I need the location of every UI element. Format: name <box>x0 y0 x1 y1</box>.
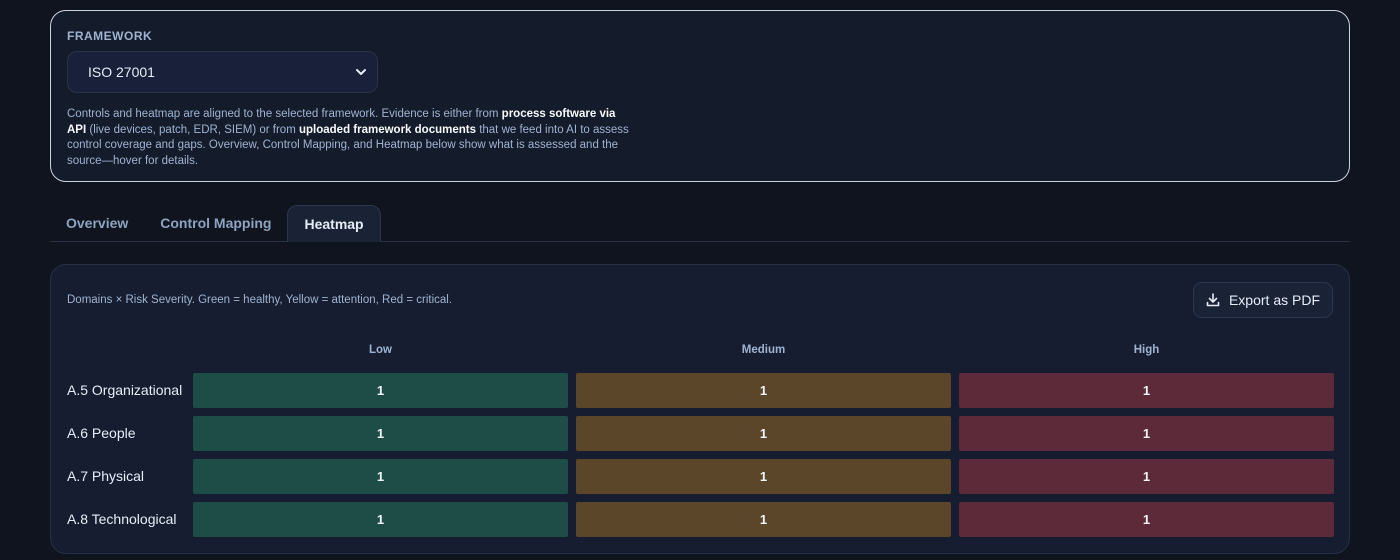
tab-control-mapping[interactable]: Control Mapping <box>144 205 287 241</box>
heatmap-cell[interactable]: 1 <box>959 373 1334 408</box>
chevron-down-icon <box>356 69 366 75</box>
framework-select[interactable]: ISO 27001 <box>67 51 378 93</box>
heatmap-cell[interactable]: 1 <box>959 416 1334 451</box>
export-pdf-button[interactable]: Export as PDF <box>1192 282 1333 318</box>
heatmap-cell[interactable]: 1 <box>576 502 951 537</box>
heatmap-cell[interactable]: 1 <box>959 502 1334 537</box>
heatmap-row-label: A.5 Organizational <box>67 382 183 398</box>
heatmap-cell[interactable]: 1 <box>576 373 951 408</box>
heatmap-cell[interactable]: 1 <box>576 416 951 451</box>
heatmap-row-label: A.7 Physical <box>67 468 145 484</box>
description-text: Controls and heatmap are aligned to the … <box>67 108 502 120</box>
description-emphasis: uploaded framework documents <box>298 123 476 136</box>
heatmap-column-medium: Medium <box>741 344 786 356</box>
export-pdf-label: Export as PDF <box>1228 292 1320 308</box>
description-text: (live devices, patch, EDR, SIEM) or from <box>86 123 299 136</box>
heatmap-column-high: High <box>1133 344 1160 356</box>
framework-card: FRAMEWORK ISO 27001 Controls and heatmap… <box>50 10 1350 182</box>
heatmap-row-label: A.8 Technological <box>67 511 177 527</box>
framework-label: FRAMEWORK <box>67 29 153 43</box>
framework-description: Controls and heatmap are aligned to the … <box>67 107 637 169</box>
heatmap-cell[interactable]: 1 <box>193 459 568 494</box>
heatmap-caption: Domains × Risk Severity. Green = healthy… <box>67 294 453 306</box>
heatmap-row-label: A.6 People <box>67 425 136 441</box>
heatmap-card: Domains × Risk Severity. Green = healthy… <box>50 264 1350 554</box>
framework-select-value: ISO 27001 <box>88 64 155 80</box>
heatmap-cell[interactable]: 1 <box>193 502 568 537</box>
heatmap-cell[interactable]: 1 <box>576 459 951 494</box>
tab-overview[interactable]: Overview <box>50 205 144 241</box>
heatmap-cell[interactable]: 1 <box>959 459 1334 494</box>
heatmap-cell[interactable]: 1 <box>193 416 568 451</box>
download-icon <box>1206 293 1220 307</box>
heatmap-column-low: Low <box>369 344 392 356</box>
heatmap-cell[interactable]: 1 <box>193 373 568 408</box>
tab-heatmap[interactable]: Heatmap <box>287 205 381 242</box>
tab-bar: Overview Control Mapping Heatmap <box>50 205 1350 242</box>
